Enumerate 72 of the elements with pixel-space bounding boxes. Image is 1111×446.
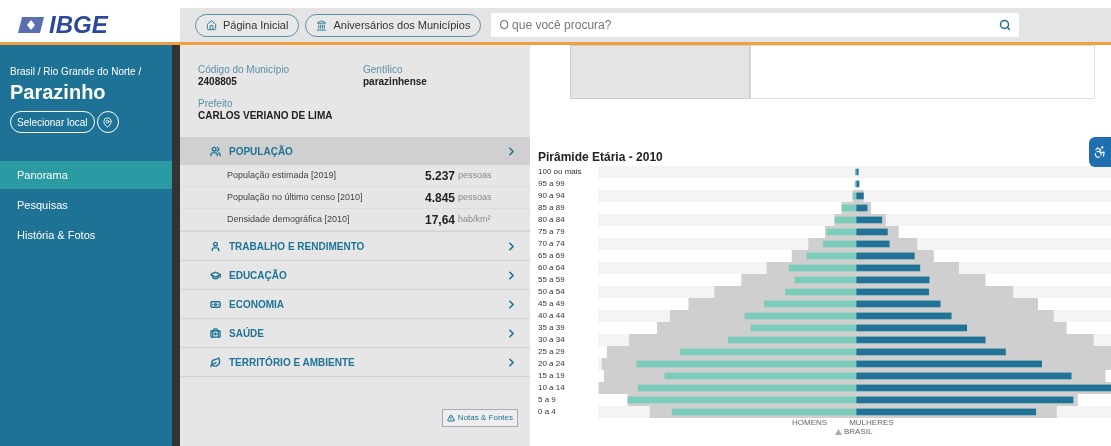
age-label: 50 a 54 xyxy=(538,286,566,298)
city-title: Parazinho xyxy=(9,80,107,105)
age-label: 80 a 84 xyxy=(538,214,566,226)
people-icon xyxy=(210,145,221,157)
section-header[interactable]: ECONOMIA xyxy=(180,290,530,318)
breadcrumb[interactable]: Brasil / Rio Grande do Norte / xyxy=(0,64,172,79)
person-icon xyxy=(210,240,221,252)
logo-text[interactable]: IBGE xyxy=(49,13,108,37)
age-label: 15 a 19 xyxy=(538,370,566,382)
accessibility-button[interactable] xyxy=(1089,137,1111,167)
age-label: 90 a 94 xyxy=(538,190,566,202)
age-label: 20 a 24 xyxy=(538,358,566,370)
field-label: Prefeito xyxy=(198,98,234,110)
legend-label: MULHERES xyxy=(849,418,894,427)
search-input[interactable]: O que você procura? xyxy=(499,16,1000,34)
nav-button[interactable]: Página Inicial xyxy=(195,13,300,37)
age-label: 25 a 29 xyxy=(538,346,566,358)
age-label: 60 a 64 xyxy=(538,262,566,274)
age-label: 10 a 14 xyxy=(538,382,566,394)
sidebar-item[interactable]: Panorama xyxy=(0,161,172,189)
medical-case-icon xyxy=(210,327,221,339)
search-icon[interactable] xyxy=(999,19,1012,31)
age-label: 45 a 49 xyxy=(538,298,566,310)
section-header[interactable]: POPULAÇÃO xyxy=(180,137,530,165)
age-label: 65 a 69 xyxy=(538,250,566,262)
leaf-icon xyxy=(210,356,221,368)
age-label: 70 a 74 xyxy=(538,238,566,250)
field-label: Gentílico xyxy=(363,64,404,76)
age-label: 85 a 89 xyxy=(538,202,566,214)
map-pin-icon xyxy=(102,116,114,128)
field-value: 2408805 xyxy=(198,76,238,88)
section-header[interactable]: EDUCAÇÃO xyxy=(180,261,530,289)
age-label: 75 a 79 xyxy=(538,226,566,238)
stat-label: População no último censo [2010] xyxy=(227,190,364,204)
age-label: 55 a 59 xyxy=(538,274,566,286)
stat-unit: pessoas xyxy=(458,168,492,182)
field-value: CARLOS VERIANO DE LIMA xyxy=(198,110,334,122)
banknote-icon xyxy=(210,298,221,310)
logo-icon xyxy=(16,16,46,34)
section-header[interactable]: SAÚDE xyxy=(180,319,530,347)
age-label: 100 ou mais xyxy=(538,166,583,178)
stat-value: 4.845 xyxy=(425,189,456,207)
age-label: 40 a 44 xyxy=(538,310,566,322)
section-header[interactable]: TERRITÓRIO E AMBIENTE xyxy=(180,348,530,376)
legend-label: HOMENS xyxy=(792,418,828,427)
age-label: 30 a 34 xyxy=(538,334,566,346)
age-label: 0 a 4 xyxy=(538,406,557,418)
stat-unit: hab/km² xyxy=(458,212,491,226)
home-icon xyxy=(206,19,217,31)
field-value: parazinhense xyxy=(363,76,428,88)
triangle-icon xyxy=(835,428,842,435)
age-label: 5 a 9 xyxy=(538,394,557,406)
search-field[interactable]: O que você procura? xyxy=(491,13,1020,37)
legend-label: BRASIL xyxy=(844,427,873,436)
notes-button[interactable]: Notas & Fontes xyxy=(441,409,518,427)
building-icon xyxy=(316,19,328,31)
accessibility-icon xyxy=(1093,145,1107,159)
section-header[interactable]: TRABALHO E RENDIMENTO xyxy=(180,232,530,260)
stat-value: 17,64 xyxy=(425,211,456,229)
warning-icon xyxy=(446,414,455,422)
field-label: Código do Município xyxy=(198,64,291,76)
stat-label: População estimada [2019] xyxy=(227,168,338,182)
graduation-cap-icon xyxy=(210,269,221,281)
chart-title: Pirâmide Etária - 2010 xyxy=(538,149,663,166)
age-label: 35 a 39 xyxy=(538,322,566,334)
stat-label: Densidade demográfica [2010] xyxy=(227,212,351,226)
nav-button[interactable]: Aniversários dos Municípios xyxy=(305,13,482,37)
sidebar-item[interactable]: História & Fotos xyxy=(0,221,172,249)
sidebar-item[interactable]: Pesquisas xyxy=(0,191,172,219)
stat-value: 5.237 xyxy=(425,167,456,185)
age-label: 95 a 99 xyxy=(538,178,566,190)
stat-unit: pessoas xyxy=(458,190,492,204)
